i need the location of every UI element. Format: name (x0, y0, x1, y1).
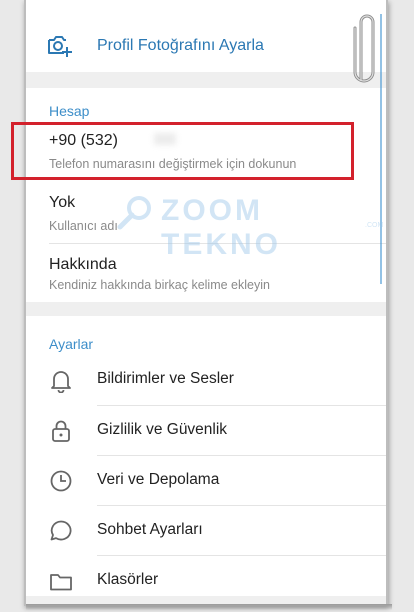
clock-icon (50, 470, 72, 492)
paperclip-icon (353, 14, 375, 83)
bio-title: Hakkında (49, 256, 117, 273)
set-profile-photo-label: Profil Fotoğrafını Ayarla (97, 37, 264, 54)
settings-item-privacy[interactable]: Gizlilik ve Güvenlik (26, 406, 386, 456)
camera-add-icon (48, 36, 72, 57)
lock-icon (52, 420, 70, 442)
set-profile-photo-row[interactable]: Profil Fotoğrafını Ayarla (26, 28, 386, 64)
username-value: Yok (49, 194, 76, 211)
frame-shadow (26, 604, 392, 610)
watermark-domain: .COM (365, 222, 384, 229)
bio-hint: Kendiniz hakkında birkaç kelime ekleyin (49, 278, 270, 292)
watermark-text: ZOOM TEKNO (161, 194, 281, 261)
settings-item-chat[interactable]: Sohbet Ayarları (26, 506, 386, 556)
bell-icon (51, 371, 71, 393)
highlight-box (11, 122, 354, 180)
watermark: ZOOM TEKNO .COM (117, 192, 392, 261)
section-gap (26, 302, 386, 316)
settings-item-label: Bildirimler ve Sesler (97, 370, 234, 387)
settings-screen: Profil Fotoğrafını Ayarla Hesap +90 (532… (24, 0, 388, 606)
account-section-title: Hesap (49, 103, 90, 119)
settings-item-label: Sohbet Ayarları (97, 521, 203, 538)
settings-item-data-storage[interactable]: Veri ve Depolama (26, 456, 386, 506)
magnifier-icon (117, 196, 151, 230)
chat-bubble-icon (50, 520, 72, 541)
settings-item-label: Gizlilik ve Güvenlik (97, 421, 228, 438)
settings-item-label: Klasörler (97, 571, 159, 588)
username-hint: Kullanıcı adı (49, 219, 118, 233)
settings-section-title: Ayarlar (49, 336, 94, 352)
section-gap (26, 72, 386, 88)
settings-item-notifications[interactable]: Bildirimler ve Sesler (26, 355, 386, 405)
folder-icon (50, 574, 72, 591)
settings-item-label: Veri ve Depolama (97, 471, 220, 488)
